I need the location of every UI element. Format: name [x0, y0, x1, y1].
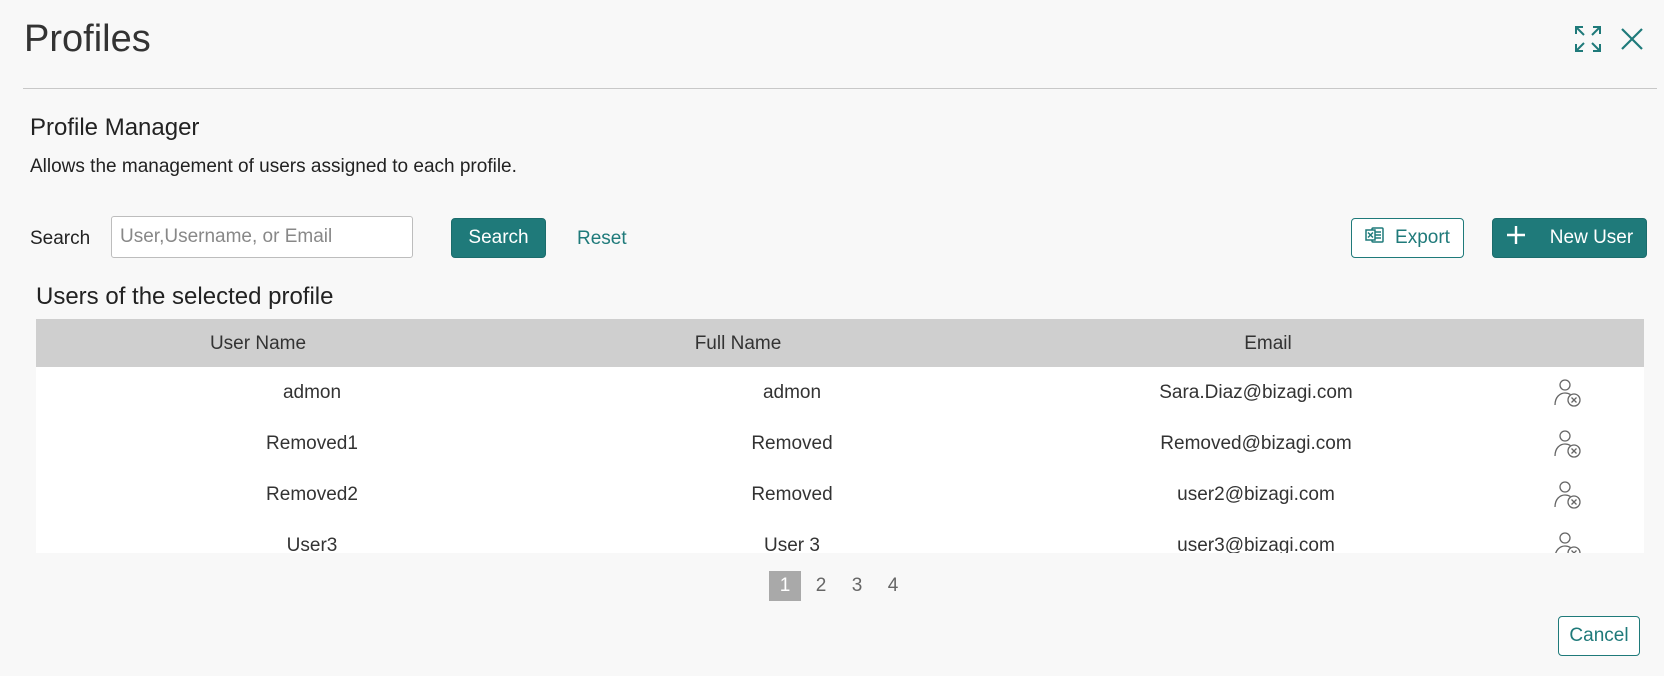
- cancel-button[interactable]: Cancel: [1558, 616, 1640, 656]
- table-row: Removed1 Removed Removed@bizagi.com: [36, 418, 1644, 469]
- section-title: Profile Manager: [30, 114, 200, 141]
- plus-icon: [1506, 225, 1526, 251]
- search-button[interactable]: Search: [451, 218, 546, 258]
- cell-user-name: admon: [282, 382, 342, 403]
- cell-email: user2@bizagi.com: [1177, 484, 1335, 505]
- search-input[interactable]: [111, 216, 413, 258]
- page-4[interactable]: 4: [877, 571, 909, 601]
- cell-email: Removed@bizagi.com: [1160, 433, 1352, 454]
- cell-email: Sara.Diaz@bizagi.com: [1159, 382, 1353, 403]
- search-label: Search: [30, 228, 91, 249]
- export-label: Export: [1395, 227, 1450, 248]
- cell-full-name: Removed: [751, 433, 833, 454]
- column-header-user-name: User Name: [209, 333, 307, 354]
- remove-user-icon[interactable]: [1544, 379, 1592, 413]
- cell-user-name: Removed1: [266, 433, 358, 454]
- page-3[interactable]: 3: [841, 571, 873, 601]
- close-icon[interactable]: [1615, 22, 1649, 56]
- column-header-email: Email: [1244, 333, 1292, 354]
- cell-user-name: User3: [286, 535, 338, 553]
- header-divider: [23, 88, 1657, 89]
- table-header: User Name Full Name Email: [36, 319, 1644, 367]
- pagination: 1 2 3 4: [769, 571, 913, 601]
- dialog-title: Profiles: [24, 18, 151, 60]
- page-2[interactable]: 2: [805, 571, 837, 601]
- remove-user-icon[interactable]: [1544, 481, 1592, 515]
- new-user-label: New User: [1549, 227, 1634, 248]
- remove-user-icon[interactable]: [1544, 430, 1592, 464]
- expand-icon[interactable]: [1571, 22, 1605, 56]
- page-1[interactable]: 1: [769, 571, 801, 601]
- cell-user-name: Removed2: [266, 484, 358, 505]
- column-header-full-name: Full Name: [694, 333, 782, 354]
- section-description: Allows the management of users assigned …: [30, 156, 517, 177]
- users-table: User Name Full Name Email admon admon Sa…: [36, 319, 1644, 553]
- table-row: Removed2 Removed user2@bizagi.com: [36, 469, 1644, 520]
- cell-full-name: admon: [762, 382, 822, 403]
- cell-full-name: Removed: [751, 484, 833, 505]
- export-button[interactable]: Export: [1351, 218, 1464, 258]
- table-row: admon admon Sara.Diaz@bizagi.com: [36, 367, 1644, 418]
- table-title: Users of the selected profile: [36, 283, 334, 310]
- reset-link[interactable]: Reset: [577, 228, 627, 250]
- cell-email: user3@bizagi.com: [1177, 535, 1335, 553]
- cell-full-name: User 3: [764, 535, 820, 553]
- table-row: User3 User 3 user3@bizagi.com: [36, 520, 1644, 553]
- excel-icon: [1365, 225, 1385, 251]
- remove-user-icon[interactable]: [1544, 532, 1592, 553]
- new-user-button[interactable]: New User: [1492, 218, 1647, 258]
